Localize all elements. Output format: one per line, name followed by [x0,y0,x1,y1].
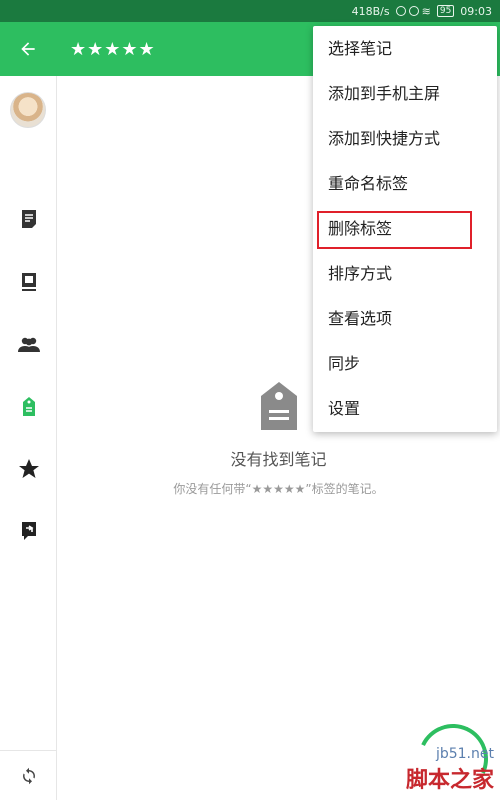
menu-item-sync[interactable]: 同步 [313,341,497,386]
empty-state-subtitle: 你没有任何带“★★★★★”标签的笔记。 [173,482,384,496]
status-icons: ≋ [395,4,431,18]
menu-item-rename-tag[interactable]: 重命名标签 [313,161,497,206]
watermark-url: jb51.net [435,746,494,762]
chat-icon [22,522,36,540]
back-button[interactable] [0,22,56,76]
network-speed: 418B/s [351,4,390,18]
eye-icon [408,6,419,16]
rail-item-chat[interactable] [14,516,44,546]
battery-level: 95 [436,5,455,17]
status-bar: 418B/s ≋ 95 09:03 [0,0,500,22]
overflow-menu: 选择笔记 添加到手机主屏 添加到快捷方式 重命名标签 删除标签 排序方式 查看选… [313,26,497,432]
alarm-icon [395,6,406,16]
navigation-rail [0,76,57,800]
menu-item-sort[interactable]: 排序方式 [313,251,497,296]
people-icon [18,337,40,352]
menu-item-view-options[interactable]: 查看选项 [313,296,497,341]
sync-icon [22,767,35,784]
menu-item-add-to-home[interactable]: 添加到手机主屏 [313,71,497,116]
star-icon [19,459,39,478]
sync-button[interactable] [0,750,57,800]
empty-state-title: 没有找到笔记 [230,450,327,469]
rail-item-notes[interactable] [14,204,44,234]
note-icon [22,210,36,228]
arrow-left-icon [21,42,35,56]
rail-item-shortcuts[interactable] [14,454,44,484]
rail-item-notebooks[interactable] [14,267,44,297]
menu-item-add-shortcut[interactable]: 添加到快捷方式 [313,116,497,161]
menu-item-select-notes[interactable]: 选择笔记 [313,26,497,71]
menu-item-delete-tag[interactable]: 删除标签 [313,206,497,251]
watermark: jb51.net 脚本之家 [406,746,494,794]
rail-item-tags[interactable] [14,392,44,422]
watermark-site: 脚本之家 [405,767,494,793]
tag-icon [260,382,297,430]
page-title: ★★★★★ [70,38,156,60]
notebook-icon [22,273,36,291]
menu-item-settings[interactable]: 设置 [313,386,497,431]
wifi-icon: ≋ [421,4,431,18]
tag-icon [23,397,35,416]
avatar[interactable] [10,92,46,128]
status-time: 09:03 [460,4,492,18]
rail-item-shared[interactable] [14,330,44,360]
